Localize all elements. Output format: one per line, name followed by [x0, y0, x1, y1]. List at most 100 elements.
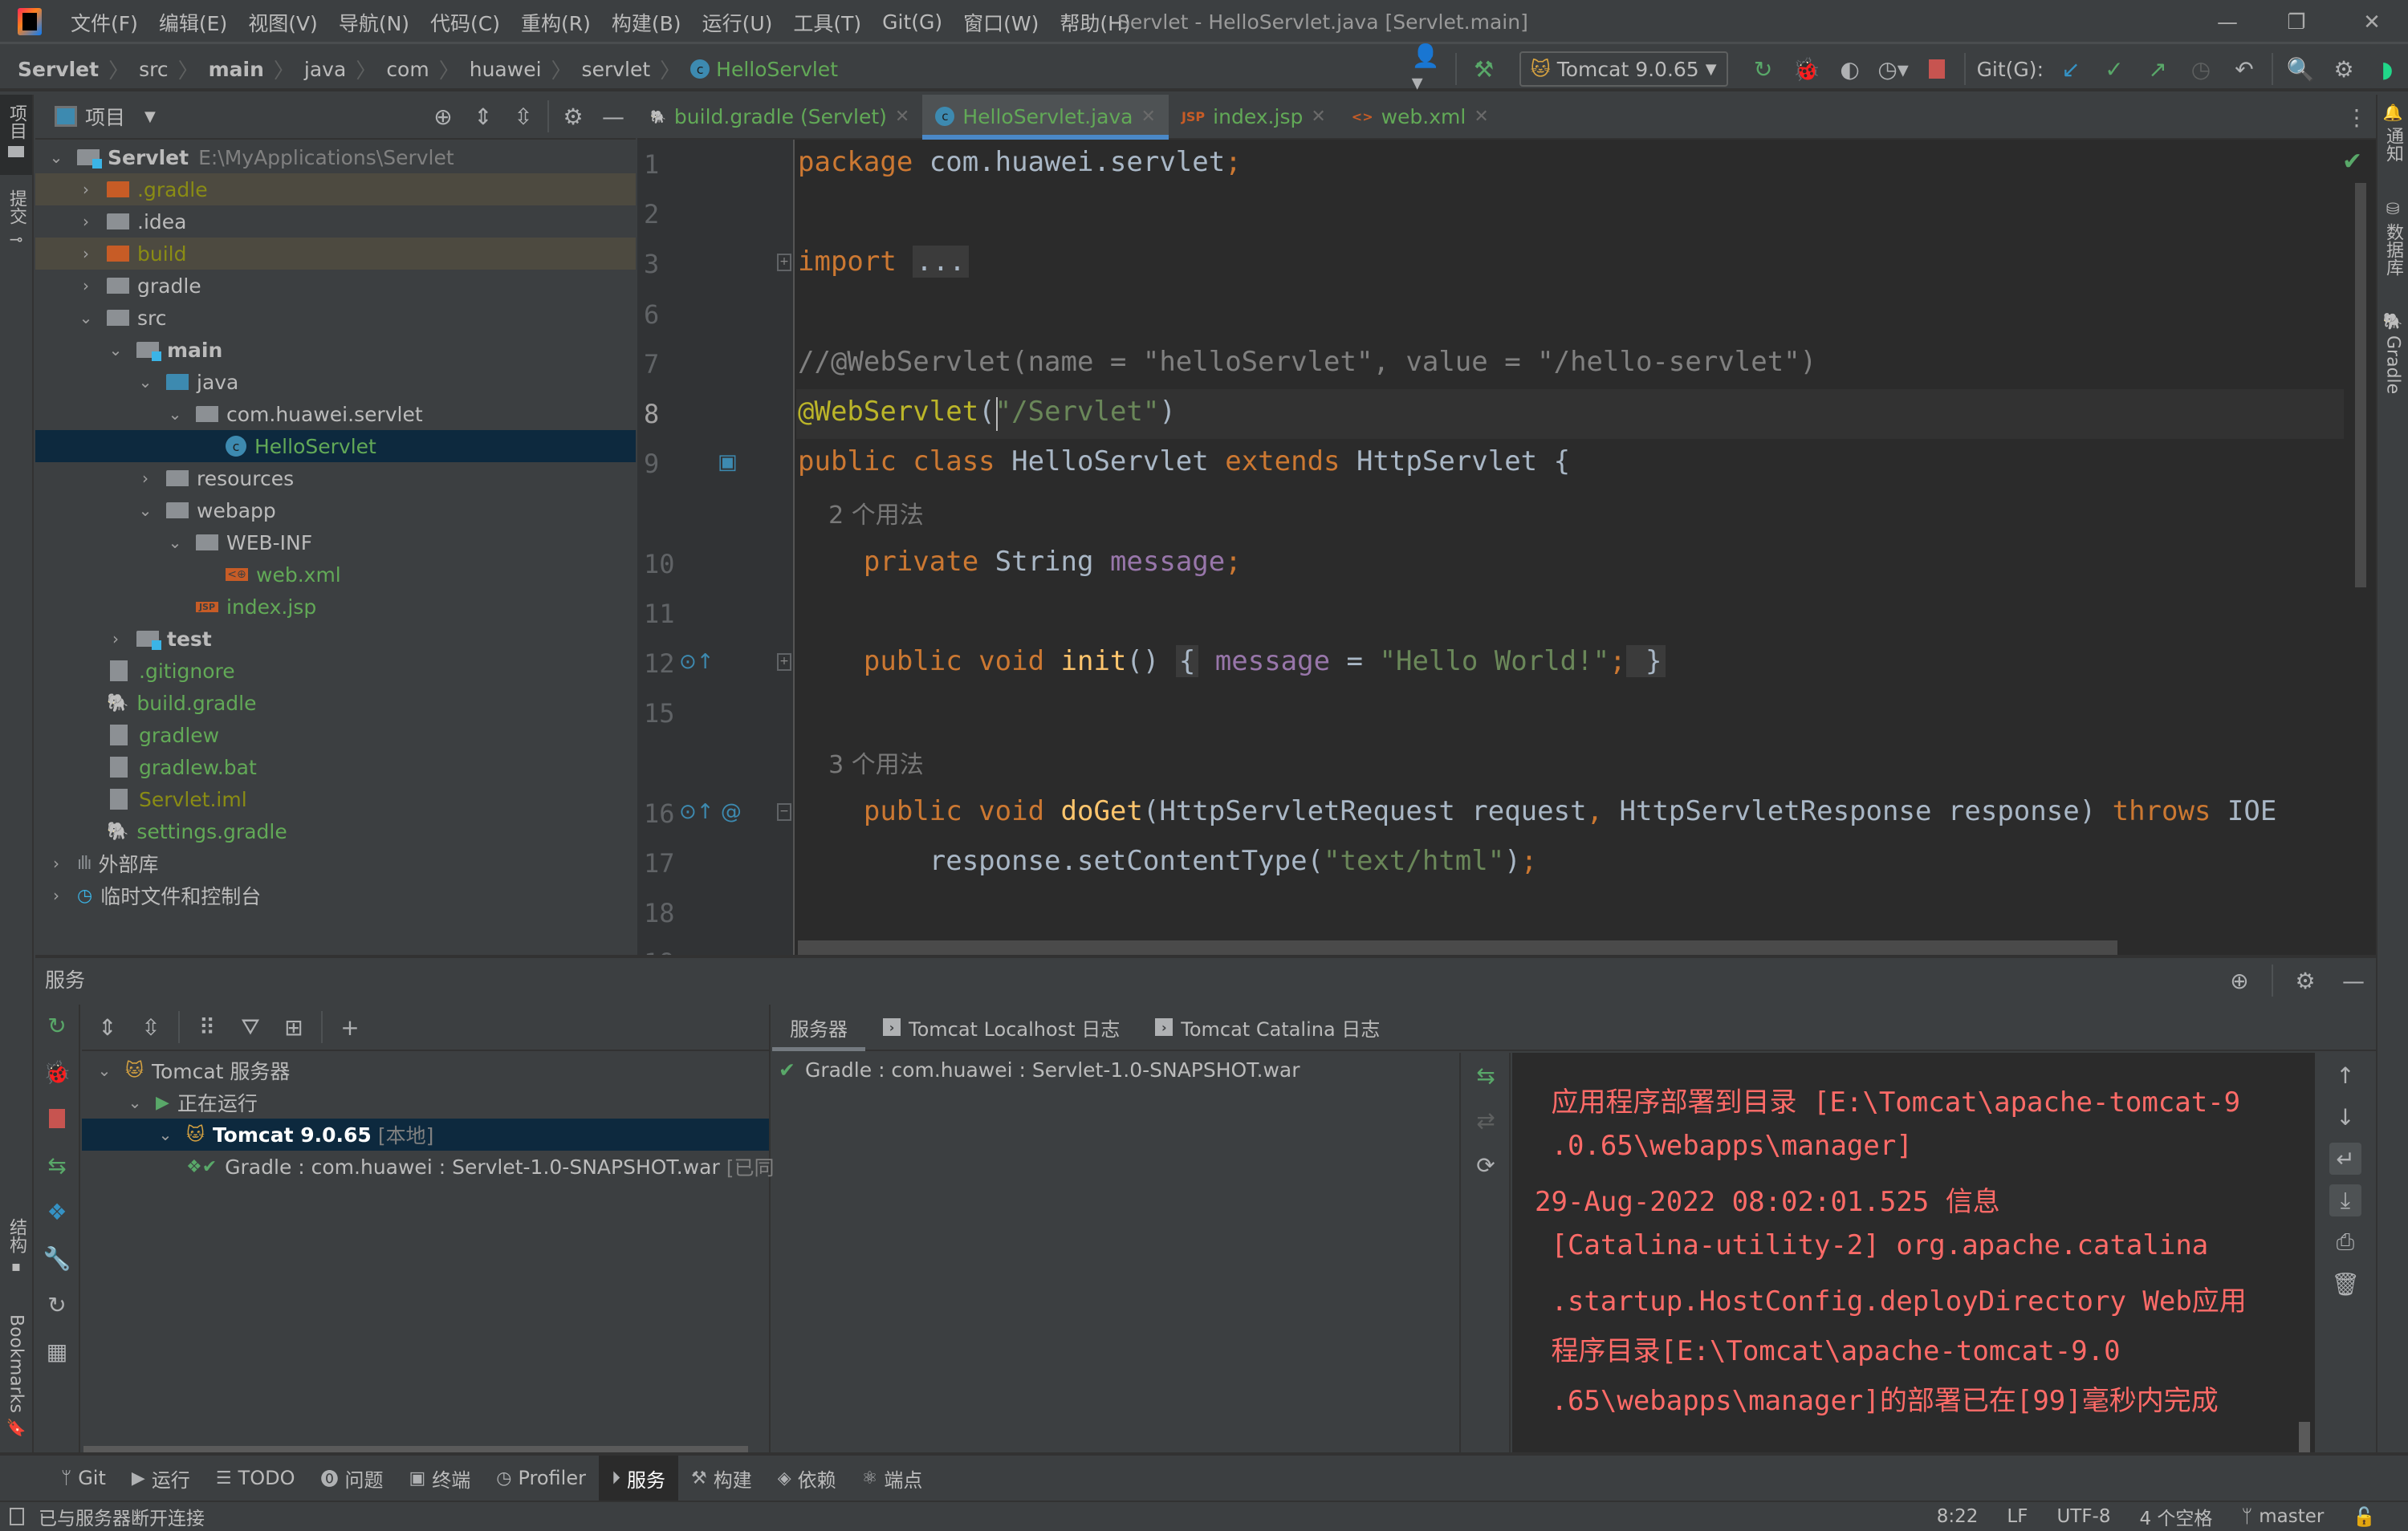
folded-code[interactable]: { — [1175, 645, 1199, 677]
chevron-down-icon[interactable]: ⌄ — [136, 501, 155, 520]
tree-node[interactable]: › .gradle — [35, 173, 636, 205]
deploy-icon[interactable]: ⇆ — [1470, 1059, 1502, 1091]
tool-window-todo[interactable]: ☰ TODO — [203, 1456, 308, 1501]
chevron-down-icon[interactable]: ⌄ — [156, 1125, 175, 1144]
hide-panel-icon[interactable]: — — [597, 100, 629, 132]
tree-node[interactable]: c HelloServlet — [35, 430, 636, 462]
stripe-commit-button[interactable]: 提交 ⊸ — [0, 183, 32, 263]
arrow-up-icon[interactable]: ↑ — [2329, 1059, 2361, 1091]
tool-window-services[interactable]: ⏵ 服务 — [598, 1456, 678, 1501]
chevron-down-icon[interactable]: ⌄ — [125, 1093, 144, 1112]
stripe-project-button[interactable]: 项目 — [0, 95, 32, 175]
stripe-structure-button[interactable]: 结构 ▪ — [0, 1218, 32, 1298]
arrow-down-icon[interactable]: ↓ — [2329, 1101, 2361, 1133]
gear-icon[interactable]: ⚙ — [2289, 964, 2321, 997]
build-hammer-icon[interactable]: ⚒ — [1468, 53, 1500, 85]
chevron-down-icon[interactable]: ⌄ — [76, 308, 96, 327]
service-node[interactable]: ⌄ 🐱 Tomcat 服务器 — [82, 1054, 769, 1086]
run-with-coverage-icon[interactable]: ◐ — [1834, 53, 1866, 85]
git-branch-widget[interactable]: ᛘ master — [2241, 1506, 2324, 1527]
menu-item[interactable]: 文件(F) — [71, 8, 138, 37]
line-separator[interactable]: LF — [2007, 1506, 2028, 1527]
services-tab[interactable]: › Tomcat Localhost 日志 — [865, 1005, 1137, 1050]
toggle-tool-windows-icon[interactable] — [10, 1508, 24, 1525]
service-node[interactable]: ⌄ 🐱 Tomcat 9.0.65 [本地] — [82, 1119, 769, 1151]
code-with-me-icon[interactable]: ◗ — [2371, 53, 2403, 85]
git-update-icon[interactable]: ↙ — [2055, 53, 2087, 85]
menu-item[interactable]: 重构(R) — [521, 8, 591, 37]
tree-node[interactable]: ⌄ Servlet E:\MyApplications\Servlet — [35, 141, 636, 173]
artifact-icon[interactable]: ❖ — [41, 1196, 73, 1228]
hide-panel-icon[interactable]: — — [2337, 964, 2369, 997]
tree-node[interactable]: › ıllı 外部库 — [35, 847, 636, 879]
tool-window-terminal[interactable]: ▣ 终端 — [396, 1456, 483, 1501]
stripe-notifications-button[interactable]: 🔔 通知 — [2377, 103, 2408, 183]
group-by-icon[interactable]: ⠿ — [191, 1011, 223, 1043]
tree-node[interactable]: ⌄ WEB-INF — [35, 526, 636, 558]
editor-vertical-scrollbar[interactable] — [2355, 183, 2366, 587]
gear-icon[interactable]: ⚙ — [557, 100, 589, 132]
breadcrumb-item[interactable]: main — [209, 58, 264, 81]
tool-window-dependencies[interactable]: ◈ 依赖 — [765, 1456, 849, 1501]
server-log-output[interactable]: 应用程序部署到目录 [E:\Tomcat\apache-tomcat-9 .0.… — [1512, 1053, 2315, 1454]
trash-icon[interactable]: 🗑 — [2329, 1268, 2361, 1300]
tree-node[interactable]: ⌄ java — [35, 366, 636, 398]
fold-collapse-icon[interactable]: − — [777, 802, 791, 821]
stripe-database-button[interactable]: ⛁ 数据库 — [2377, 199, 2408, 295]
breadcrumb-item[interactable]: java — [304, 58, 346, 81]
wrench-icon[interactable]: 🔧 — [41, 1242, 73, 1274]
tool-window-run[interactable]: ▶ 运行 — [119, 1456, 203, 1501]
fold-expand-icon[interactable]: + — [777, 653, 791, 671]
search-icon[interactable]: 🔍 — [2284, 53, 2316, 85]
stripe-gradle-button[interactable]: 🐘 Gradle — [2377, 311, 2408, 416]
minimize-button[interactable]: — — [2199, 0, 2255, 44]
close-tab-icon[interactable]: ✕ — [1474, 107, 1488, 127]
servlet-gutter-icon[interactable]: ▣ — [718, 450, 738, 474]
caret-position[interactable]: 8:22 — [1937, 1506, 1979, 1527]
service-node[interactable]: ❖✔ Gradle : com.huawei : Servlet-1.0-SNAP… — [82, 1151, 775, 1183]
expand-all-icon[interactable]: ⇕ — [467, 100, 499, 132]
rerun-icon[interactable]: ↻ — [1747, 53, 1780, 85]
lock-icon[interactable]: 🔓 — [2353, 1506, 2376, 1528]
chevron-right-icon[interactable]: › — [76, 180, 96, 199]
stop-icon[interactable] — [41, 1103, 73, 1135]
gear-icon[interactable]: ⚙ — [2328, 53, 2360, 85]
scroll-to-end-icon[interactable]: ⤓ — [2329, 1184, 2361, 1216]
tool-window-git-branch[interactable]: ᛘ Git — [48, 1456, 119, 1501]
soft-wrap-icon[interactable]: ↵ — [2329, 1143, 2361, 1175]
tab-options-button[interactable]: ⋮ — [2341, 98, 2373, 136]
chevron-down-icon[interactable]: ⌄ — [47, 148, 66, 167]
tree-node[interactable]: <⊕ web.xml — [35, 558, 636, 591]
run-configuration-select[interactable]: 🐱 Tomcat 9.0.65 ▼ — [1519, 51, 1728, 87]
tree-node[interactable]: ⌄ webapp — [35, 494, 636, 526]
tree-node[interactable]: Servlet.iml — [35, 783, 636, 815]
tree-node[interactable]: ⌄ src — [35, 302, 636, 334]
tree-node[interactable]: ⌄ main — [35, 334, 636, 366]
chevron-right-icon[interactable]: › — [106, 629, 125, 648]
chevron-down-icon[interactable]: ⌄ — [165, 533, 185, 552]
refresh-icon[interactable]: ↻ — [41, 1289, 73, 1321]
chevron-down-icon[interactable]: ⌄ — [106, 340, 125, 359]
git-history-icon[interactable]: ◷ — [2185, 53, 2217, 85]
filter-icon[interactable]: ⛛ — [234, 1011, 266, 1043]
menu-item[interactable]: Git(G) — [882, 10, 942, 34]
print-icon[interactable]: ⎙ — [2329, 1226, 2361, 1258]
chevron-down-icon[interactable]: ⌄ — [165, 404, 185, 424]
chevron-right-icon[interactable]: › — [136, 469, 155, 488]
editor-tab[interactable]: 🐘 build.gradle (Servlet) ✕ — [637, 95, 922, 138]
stop-icon[interactable] — [1921, 53, 1953, 85]
tree-node[interactable]: › resources — [35, 462, 636, 494]
collapse-all-icon[interactable]: ⇳ — [507, 100, 539, 132]
menu-item[interactable]: 窗口(W) — [963, 8, 1039, 37]
tree-node[interactable]: 🐘 build.gradle — [35, 687, 636, 719]
service-node[interactable]: ⌄ ▶ 正在运行 — [82, 1086, 769, 1119]
tree-node[interactable]: › .idea — [35, 205, 636, 238]
rerun-icon[interactable]: ↻ — [41, 1009, 73, 1042]
tool-window-endpoints[interactable]: ⚛ 端点 — [849, 1456, 936, 1501]
editor-tab[interactable]: c HelloServlet.java ✕ — [922, 95, 1169, 140]
menu-item[interactable]: 工具(T) — [793, 8, 861, 37]
chevron-down-icon[interactable]: ⌄ — [136, 372, 155, 392]
breadcrumb-item[interactable]: huawei — [470, 58, 542, 81]
editor-tab[interactable]: <> web.xml ✕ — [1339, 95, 1502, 138]
breadcrumb-item[interactable]: com — [386, 58, 429, 81]
